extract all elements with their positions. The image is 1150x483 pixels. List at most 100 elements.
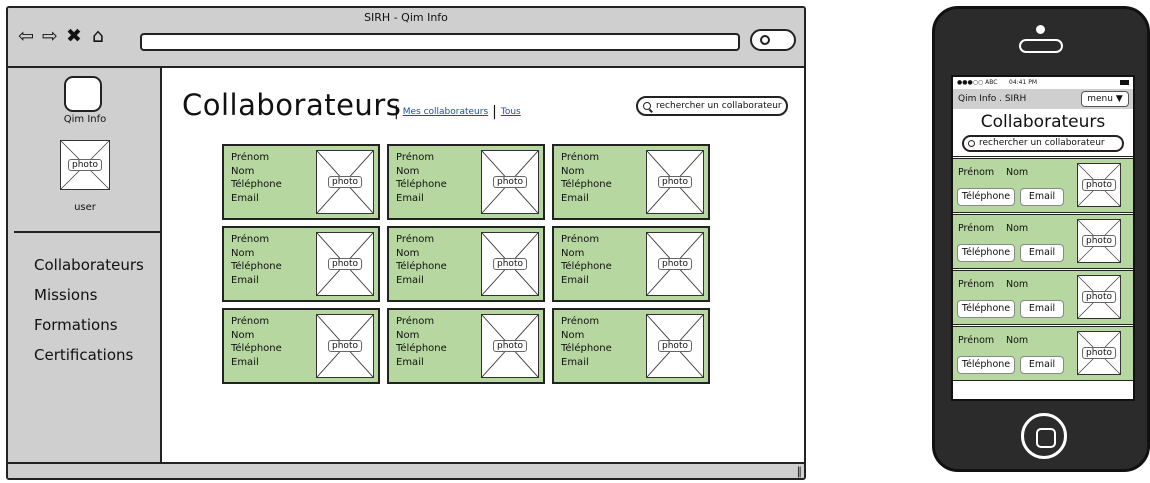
card-first-name: Prénom <box>958 223 995 234</box>
card-last-name: Nom <box>396 247 420 259</box>
photo-placeholder: photo <box>1077 163 1121 207</box>
card-last-name: Nom <box>1006 223 1029 234</box>
card-first-name: Prénom <box>231 234 270 245</box>
phone-button[interactable]: Téléphone <box>957 356 1015 374</box>
home-button[interactable] <box>1021 413 1067 459</box>
collaborator-card[interactable]: Prénom Nom Téléphone Email photo <box>222 308 380 384</box>
card-first-name: Prénom <box>958 279 995 290</box>
card-phone: Téléphone <box>561 261 612 272</box>
back-arrow-icon[interactable]: ⇦ <box>16 26 36 46</box>
card-first-name: Prénom <box>958 167 995 178</box>
card-first-name: Prénom <box>231 316 270 327</box>
card-phone: Téléphone <box>396 343 447 354</box>
photo-placeholder: photo <box>1077 275 1121 319</box>
card-first-name: Prénom <box>958 335 995 346</box>
search-input[interactable]: rechercher un collaborateur <box>636 96 788 116</box>
card-email: Email <box>396 274 424 286</box>
camera-icon <box>1036 25 1045 34</box>
search-button[interactable] <box>750 29 796 51</box>
sidebar-item-collaborateurs[interactable]: Collaborateurs <box>34 254 144 284</box>
card-last-name: Nom <box>1006 279 1029 290</box>
card-last-name: Nom <box>561 165 585 177</box>
collaborator-card[interactable]: Prénom Nom Téléphone Email photo <box>552 308 710 384</box>
card-phone: Téléphone <box>231 261 282 272</box>
collaborator-card[interactable]: Prénom Nom Téléphone Email photo <box>222 144 380 220</box>
logo-label: Qim Info <box>63 114 107 125</box>
browser-window: SIRH - Qim Info ⇦ ⇨ ✖ ⌂ Qim Info photo u… <box>6 6 806 480</box>
collaborator-card[interactable]: Prénom Nom Téléphone Email photo <box>387 308 545 384</box>
email-button[interactable]: Email <box>1020 300 1064 318</box>
user-label: user <box>74 202 96 213</box>
card-email: Email <box>396 192 424 204</box>
photo-label: photo <box>493 176 527 188</box>
photo-placeholder: photo <box>481 314 539 378</box>
card-last-name: Nom <box>561 329 585 341</box>
photo-placeholder: photo <box>481 232 539 296</box>
email-button[interactable]: Email <box>1020 244 1064 262</box>
carrier-label: ●●●○○ ABC <box>957 79 998 86</box>
photo-placeholder: photo <box>646 314 704 378</box>
card-last-name: Nom <box>231 165 255 177</box>
phone-button[interactable]: Téléphone <box>957 244 1015 262</box>
divider <box>14 231 160 233</box>
photo-placeholder: photo <box>1077 219 1121 263</box>
browser-title: SIRH - Qim Info <box>364 11 448 24</box>
card-email: Email <box>561 192 589 204</box>
mobile-search-input[interactable]: rechercher un collaborateur <box>962 135 1124 152</box>
card-first-name: Prénom <box>231 152 270 163</box>
collaborator-card[interactable]: Prénom Nom Téléphone Email photo <box>552 226 710 302</box>
collaborator-card[interactable]: Prénom Nom Téléphone Email photo <box>387 144 545 220</box>
sidebar-item-certifications[interactable]: Certifications <box>34 344 144 374</box>
collaborator-card[interactable]: Prénom Nom Téléphone Email photo <box>552 144 710 220</box>
collaborator-card[interactable]: Prénom Nom Téléphone Email photo <box>387 226 545 302</box>
link-tous[interactable]: Tous <box>501 107 521 117</box>
user-photo: photo <box>60 140 110 190</box>
phone-button[interactable]: Téléphone <box>957 300 1015 318</box>
sidebar-item-formations[interactable]: Formations <box>34 314 144 344</box>
address-bar[interactable] <box>140 33 740 51</box>
close-icon[interactable]: ✖ <box>64 26 84 46</box>
card-first-name: Prénom <box>396 316 435 327</box>
card-first-name: Prénom <box>396 234 435 245</box>
browser-toolbar: SIRH - Qim Info ⇦ ⇨ ✖ ⌂ <box>8 8 804 68</box>
card-phone: Téléphone <box>231 179 282 190</box>
mobile-collaborator-card[interactable]: Prénom Nom Téléphone Email photo <box>953 214 1133 269</box>
photo-placeholder: photo <box>646 232 704 296</box>
mobile-app-label: Qim Info . SIRH <box>958 94 1027 104</box>
card-last-name: Nom <box>396 165 420 177</box>
photo-placeholder: photo <box>316 232 374 296</box>
sidebar: Qim Info photo user Collaborateurs Missi… <box>8 68 162 466</box>
mobile-collaborator-card[interactable]: Prénom Nom Téléphone Email photo <box>953 270 1133 325</box>
email-button[interactable]: Email <box>1020 356 1064 374</box>
card-phone: Téléphone <box>561 343 612 354</box>
menu-button[interactable]: menu ▼ <box>1081 91 1129 107</box>
card-email: Email <box>561 274 589 286</box>
card-email: Email <box>231 274 259 286</box>
card-first-name: Prénom <box>561 234 600 245</box>
collaborator-card[interactable]: Prénom Nom Téléphone Email photo <box>222 226 380 302</box>
sidebar-item-missions[interactable]: Missions <box>34 284 144 314</box>
mobile-collaborator-card[interactable]: Prénom Nom Téléphone Email photo <box>953 158 1133 213</box>
home-icon[interactable]: ⌂ <box>88 26 108 46</box>
logo-icon <box>64 76 102 112</box>
sidebar-menu: Collaborateurs Missions Formations Certi… <box>34 254 144 374</box>
mobile-page-title: Collaborateurs <box>980 112 1106 132</box>
mobile-status-bar: ●●●○○ ABC 04:41 PM <box>953 77 1133 89</box>
photo-label: photo <box>493 258 527 270</box>
card-last-name: Nom <box>1006 167 1029 178</box>
mobile-collaborator-card[interactable]: Prénom Nom Téléphone Email photo <box>953 326 1133 381</box>
search-icon <box>968 140 975 147</box>
forward-arrow-icon[interactable]: ⇨ <box>40 26 60 46</box>
link-mes-collaborateurs[interactable]: Mes collaborateurs <box>403 107 488 117</box>
card-first-name: Prénom <box>561 152 600 163</box>
card-phone: Téléphone <box>396 261 447 272</box>
email-button[interactable]: Email <box>1020 188 1064 206</box>
phone-button[interactable]: Téléphone <box>957 188 1015 206</box>
card-last-name: Nom <box>396 329 420 341</box>
card-email: Email <box>231 356 259 368</box>
mobile-collaborator-list: Prénom Nom Téléphone Email photo Prénom Nom Tél… <box>953 158 1133 381</box>
resize-grip-icon[interactable]: ∥ <box>797 465 803 478</box>
status-bar: ∥ <box>8 462 804 478</box>
search-icon <box>643 102 651 110</box>
divider <box>953 156 1133 157</box>
